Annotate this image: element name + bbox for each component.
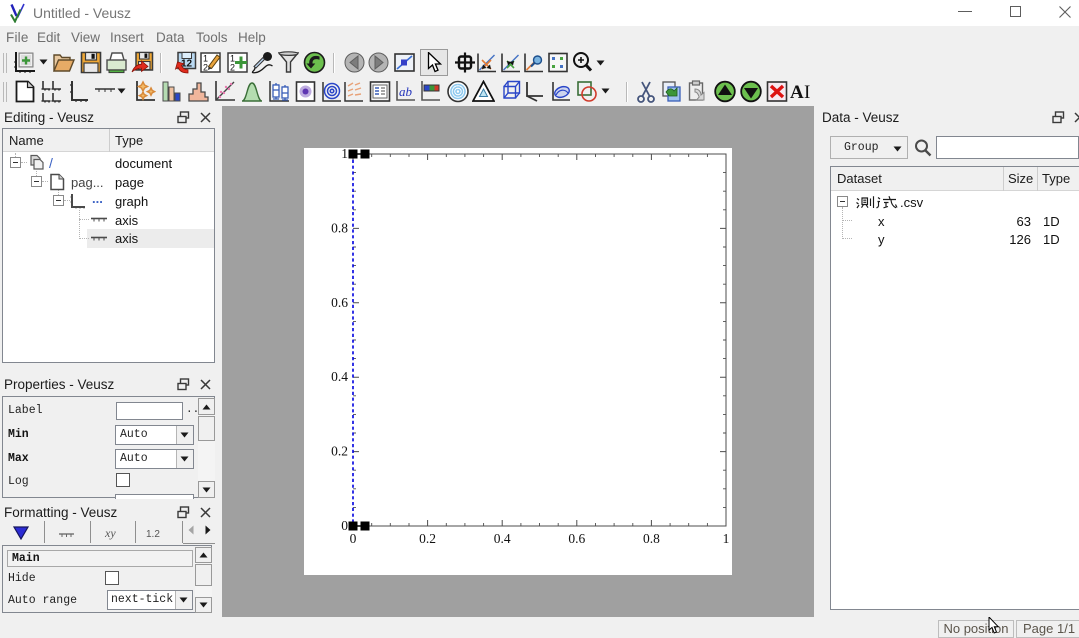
svg-text:0: 0	[341, 518, 348, 533]
svg-text:0.2: 0.2	[331, 444, 348, 459]
svg-text:0.6: 0.6	[331, 295, 348, 310]
svg-text:1: 1	[341, 146, 348, 161]
svg-text:0.4: 0.4	[331, 369, 348, 384]
svg-text:0.2: 0.2	[419, 531, 436, 546]
svg-text:A: A	[790, 82, 804, 103]
svg-text:1: 1	[723, 531, 730, 546]
svg-text:0.6: 0.6	[568, 531, 585, 546]
svg-text:0.8: 0.8	[331, 220, 348, 235]
svg-text:0.8: 0.8	[643, 531, 660, 546]
svg-text:2: 2	[203, 63, 208, 73]
svg-text:0: 0	[350, 531, 357, 546]
svg-text:ab: ab	[399, 84, 413, 99]
svg-text:2: 2	[230, 63, 235, 73]
svg-text:I: I	[804, 82, 810, 103]
svg-text:0.4: 0.4	[494, 531, 511, 546]
